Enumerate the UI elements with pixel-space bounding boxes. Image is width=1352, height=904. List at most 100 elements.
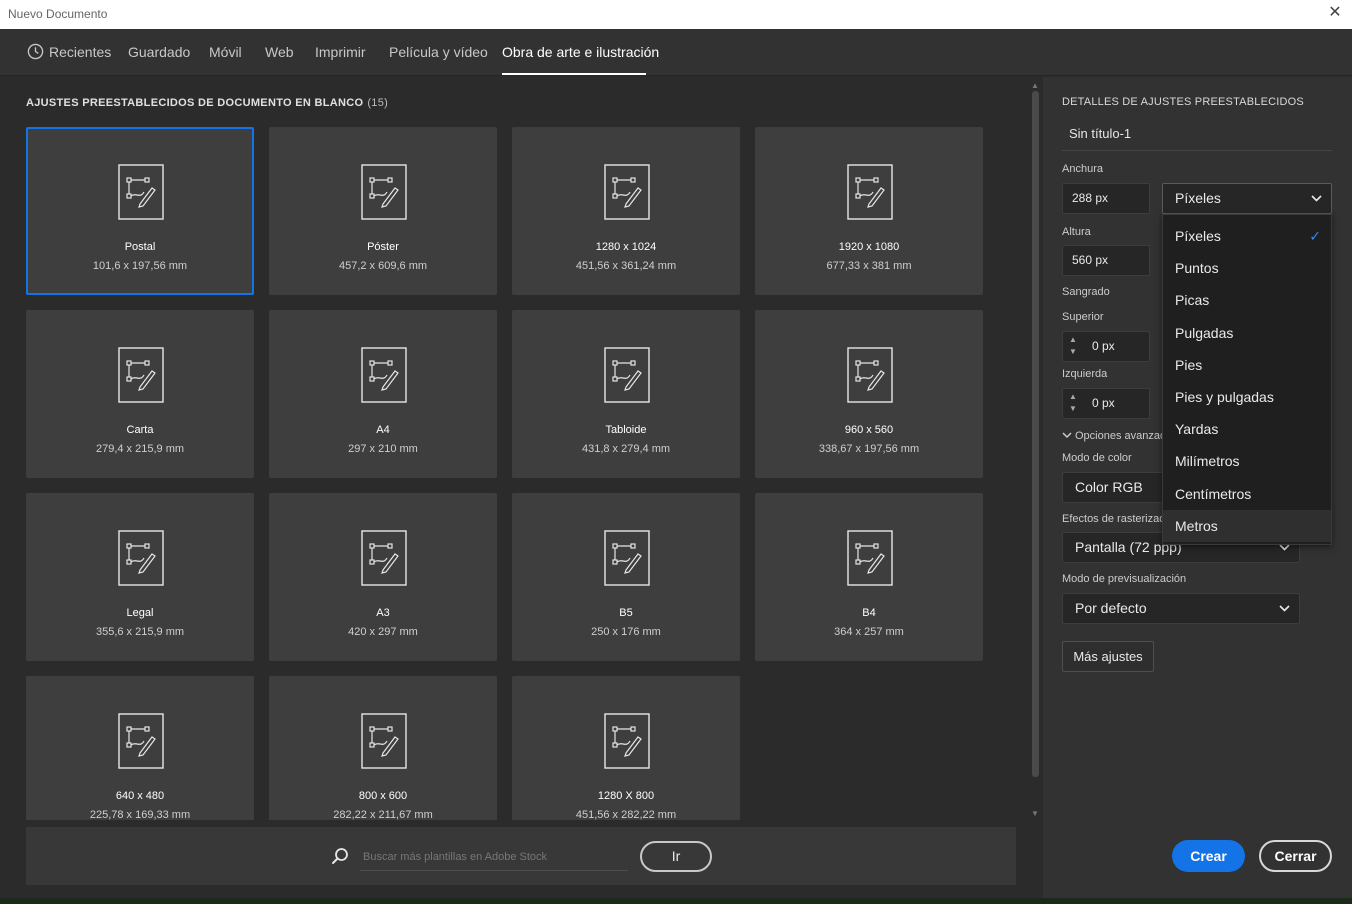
preset-size: 677,33 x 381 mm <box>826 260 912 272</box>
units-option-label: Metros <box>1175 517 1218 534</box>
preset-card[interactable]: B4 364 x 257 mm <box>755 493 983 661</box>
width-field[interactable]: 288 px <box>1062 183 1150 214</box>
units-option-label: Pulgadas <box>1175 324 1234 341</box>
units-option-label: Puntos <box>1175 260 1219 277</box>
document-preset-icon <box>604 713 650 769</box>
preset-card[interactable]: A3 420 x 297 mm <box>269 493 497 661</box>
units-option[interactable]: Centímetros <box>1163 478 1331 510</box>
units-option-label: Milímetros <box>1175 453 1240 470</box>
document-name-field[interactable]: Sin título-1 <box>1062 121 1332 151</box>
active-tab-indicator <box>502 73 646 75</box>
document-preset-icon <box>361 530 407 586</box>
preset-name: B4 <box>862 607 876 619</box>
stock-search-input[interactable] <box>360 843 628 871</box>
preview-mode-select[interactable]: Por defecto <box>1062 593 1300 624</box>
preset-size: 355,6 x 215,9 mm <box>95 626 185 638</box>
document-preset-icon <box>361 164 407 220</box>
preset-size: 297 x 210 mm <box>348 443 418 455</box>
bleed-top-label: Superior <box>1062 311 1104 323</box>
units-option[interactable]: Pies <box>1163 349 1331 381</box>
presets-scrollbar[interactable]: ▲ ▼ <box>1029 81 1041 821</box>
clock-icon <box>27 43 44 60</box>
presets-grid: Postal 101,6 x 197,56 mm Póster 457,2 x 609… <box>26 127 986 820</box>
tab-recientes[interactable]: Recientes <box>49 44 111 60</box>
units-option[interactable]: Milímetros <box>1163 445 1331 477</box>
preset-card[interactable]: 1280 X 800 451,56 x 282,22 mm <box>512 676 740 820</box>
units-option[interactable]: Picas <box>1163 284 1331 316</box>
bleed-top-stepper[interactable]: ▲ ▼ 0 px <box>1062 331 1150 362</box>
preset-size: 225,78 x 169,33 mm <box>89 809 191 820</box>
units-option-label: Yardas <box>1175 421 1219 438</box>
preset-card[interactable]: 800 x 600 282,22 x 211,67 mm <box>269 676 497 820</box>
tab-web[interactable]: Web <box>265 44 294 60</box>
units-option-label: Centímetros <box>1175 485 1252 502</box>
tab-obra-de-arte[interactable]: Obra de arte e ilustración <box>502 44 659 60</box>
chevron-down-icon <box>1311 195 1322 202</box>
preset-card[interactable]: Postal 101,6 x 197,56 mm <box>26 127 254 295</box>
preset-name: A3 <box>376 607 390 619</box>
units-option-label: Picas <box>1175 292 1210 309</box>
units-option[interactable]: Pulgadas <box>1163 317 1331 349</box>
close-icon[interactable]: ✕ <box>1326 3 1344 23</box>
tab-movil[interactable]: Móvil <box>209 44 242 60</box>
document-preset-icon <box>847 164 893 220</box>
tab-imprimir[interactable]: Imprimir <box>315 44 366 60</box>
checkmark-icon: ✓ <box>1309 228 1321 244</box>
preset-size: 250 x 176 mm <box>591 626 661 638</box>
tab-guardado[interactable]: Guardado <box>128 44 190 60</box>
preset-card[interactable]: Tabloide 431,8 x 279,4 mm <box>512 310 740 478</box>
title-bar: Nuevo Documento ✕ <box>0 0 1352 29</box>
presets-heading: AJUSTES PREESTABLECIDOS DE DOCUMENTO EN … <box>26 97 364 109</box>
document-preset-icon <box>604 164 650 220</box>
preset-card[interactable]: 640 x 480 225,78 x 169,33 mm <box>26 676 254 820</box>
document-preset-icon <box>847 530 893 586</box>
preset-size: 338,67 x 197,56 mm <box>818 443 920 455</box>
create-button[interactable]: Crear <box>1172 840 1245 872</box>
more-settings-button[interactable]: Más ajustes <box>1062 641 1154 672</box>
document-preset-icon <box>118 164 164 220</box>
preset-name: 1920 x 1080 <box>838 241 900 253</box>
preset-card[interactable]: Legal 355,6 x 215,9 mm <box>26 493 254 661</box>
units-option[interactable]: Píxeles ✓ <box>1163 220 1331 252</box>
units-option[interactable]: Metros <box>1163 509 1331 542</box>
scroll-down-icon[interactable]: ▼ <box>1031 809 1039 818</box>
search-icon <box>332 848 348 864</box>
stepper-arrows-icon[interactable]: ▲ ▼ <box>1066 334 1080 359</box>
scrollbar-thumb[interactable] <box>1032 91 1039 777</box>
advanced-options-toggle[interactable]: Opciones avanzadas <box>1062 430 1178 442</box>
bleed-left-stepper[interactable]: ▲ ▼ 0 px <box>1062 388 1150 419</box>
go-button[interactable]: Ir <box>640 841 712 872</box>
preset-card[interactable]: Póster 457,2 x 609,6 mm <box>269 127 497 295</box>
preset-size: 451,56 x 361,24 mm <box>575 260 677 272</box>
scroll-up-icon[interactable]: ▲ <box>1031 81 1039 90</box>
preset-card[interactable]: A4 297 x 210 mm <box>269 310 497 478</box>
color-mode-value: Color RGB <box>1075 479 1143 495</box>
tab-pelicula-video[interactable]: Película y vídeo <box>389 44 488 60</box>
preview-mode-value: Por defecto <box>1075 600 1147 616</box>
preset-card[interactable]: 960 x 560 338,67 x 197,56 mm <box>755 310 983 478</box>
presets-panel: AJUSTES PREESTABLECIDOS DE DOCUMENTO EN … <box>0 77 1042 904</box>
preset-name: A4 <box>376 424 390 436</box>
units-dropdown-menu: Píxeles ✓ Puntos Picas Pulgadas Pies Pies y pu… <box>1162 214 1332 545</box>
units-option[interactable]: Pies y pulgadas <box>1163 381 1331 413</box>
raster-effects-label: Efectos de rasterizado <box>1062 513 1172 525</box>
preset-name: Carta <box>126 424 154 436</box>
units-option[interactable]: Yardas <box>1163 413 1331 445</box>
units-option[interactable]: Puntos <box>1163 252 1331 284</box>
preset-card[interactable]: 1280 x 1024 451,56 x 361,24 mm <box>512 127 740 295</box>
preset-name: Legal <box>126 607 154 619</box>
document-preset-icon <box>847 347 893 403</box>
bleed-top-value: 0 px <box>1092 339 1115 353</box>
document-preset-icon <box>118 530 164 586</box>
preset-card[interactable]: Carta 279,4 x 215,9 mm <box>26 310 254 478</box>
units-select[interactable]: Píxeles <box>1162 183 1332 214</box>
height-field[interactable]: 560 px <box>1062 245 1150 276</box>
close-button[interactable]: Cerrar <box>1259 840 1332 872</box>
width-label: Anchura <box>1062 163 1103 175</box>
preset-card[interactable]: 1920 x 1080 677,33 x 381 mm <box>755 127 983 295</box>
preset-name: Póster <box>367 241 399 253</box>
preset-name: 1280 x 1024 <box>595 241 657 253</box>
preset-card[interactable]: B5 250 x 176 mm <box>512 493 740 661</box>
stepper-arrows-icon[interactable]: ▲ ▼ <box>1066 391 1080 416</box>
preset-size: 420 x 297 mm <box>348 626 418 638</box>
